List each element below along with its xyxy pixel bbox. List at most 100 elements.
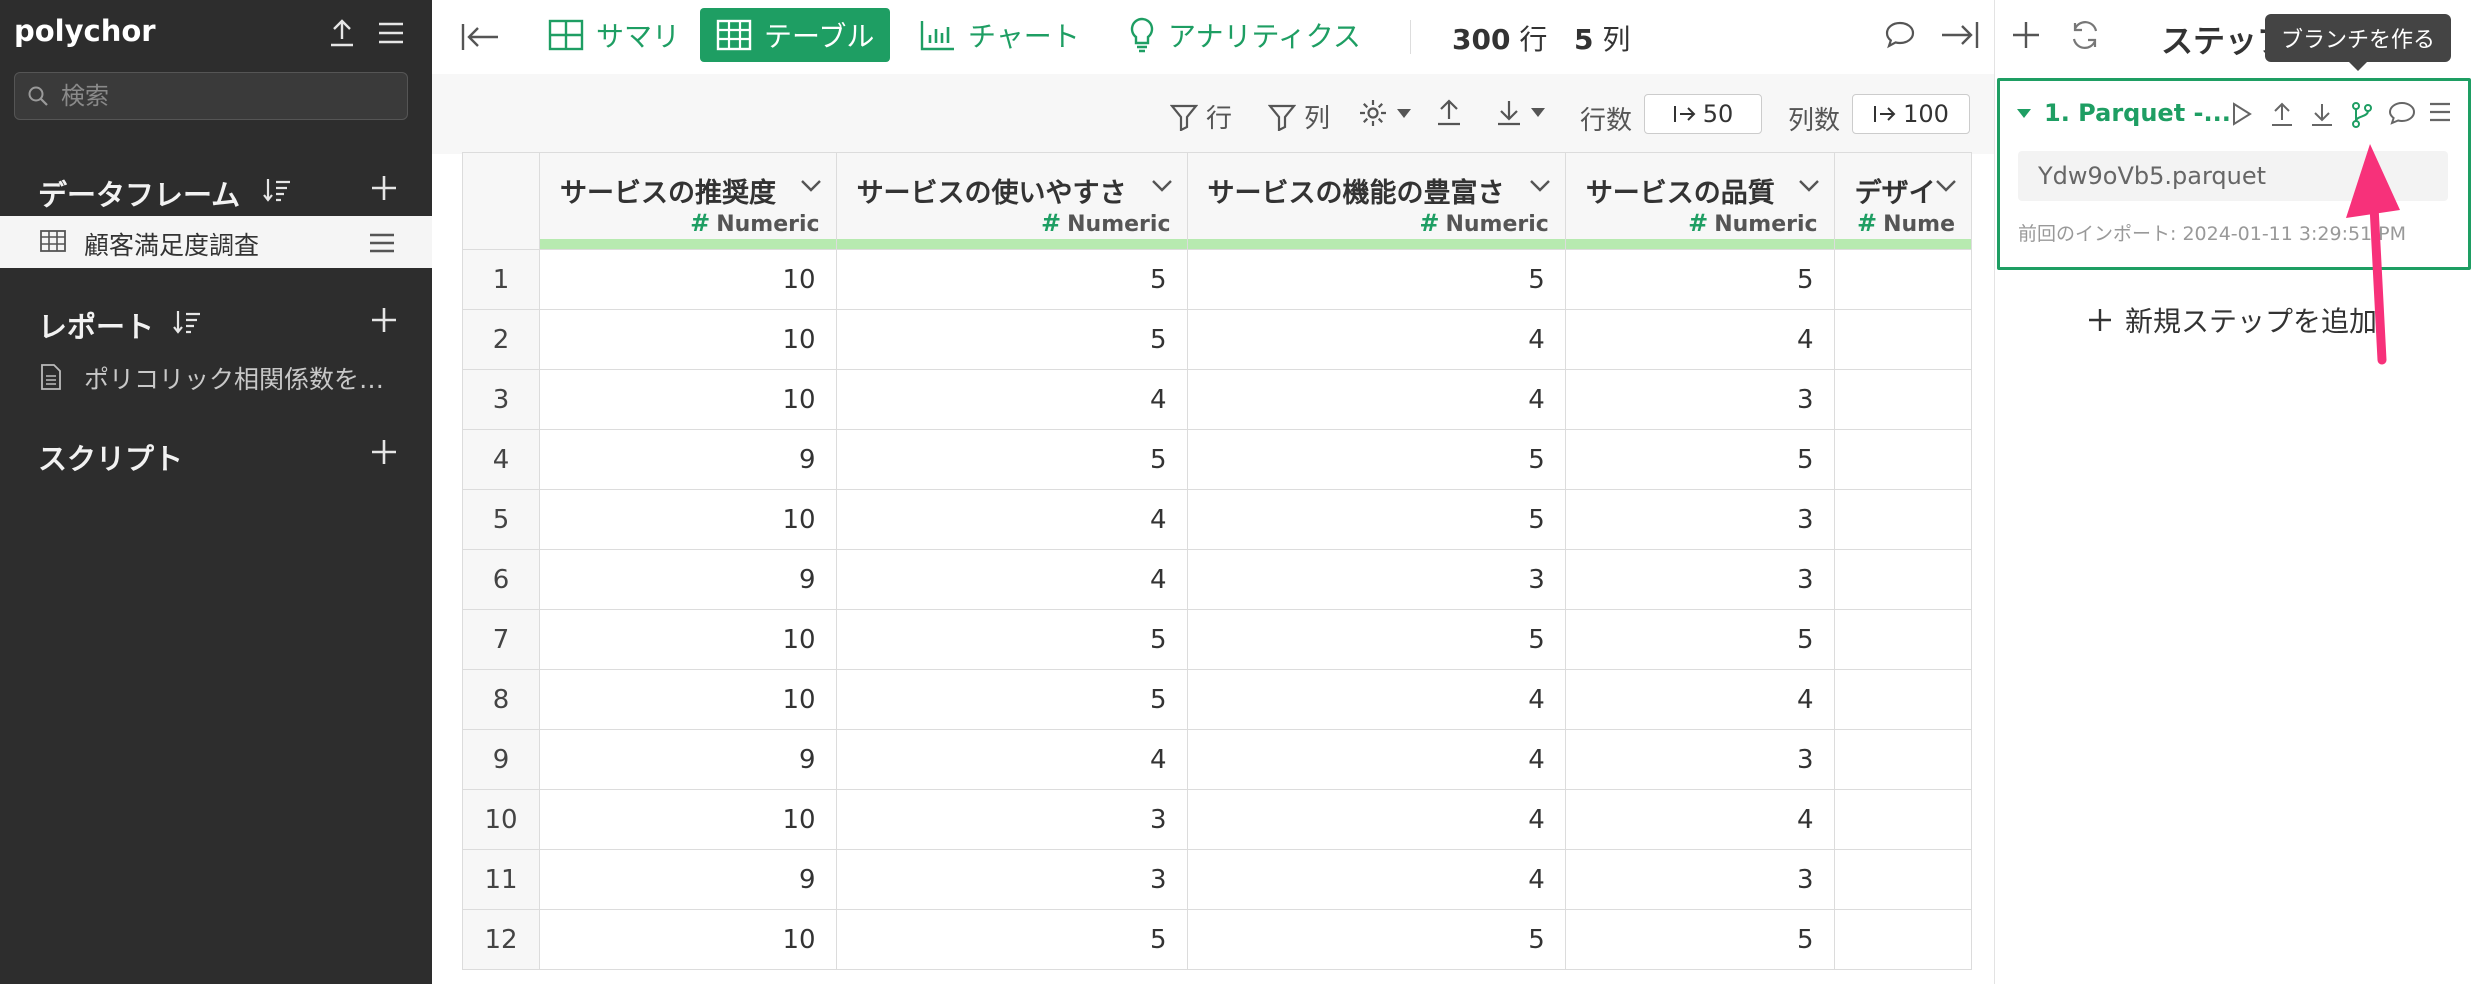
sort-icon[interactable] — [262, 176, 292, 204]
table-cell[interactable]: 4 — [1564, 309, 1835, 370]
export-button[interactable] — [1436, 98, 1470, 126]
table-cell[interactable]: 5 — [1564, 429, 1835, 490]
table-cell[interactable]: 10 — [539, 309, 837, 370]
table-cell[interactable]: 10 — [539, 609, 837, 670]
table-cell[interactable]: 5 — [835, 669, 1188, 730]
add-icon[interactable] — [2011, 20, 2041, 50]
row-filter-button[interactable]: 行 — [1170, 98, 1232, 135]
table-cell[interactable] — [1833, 309, 1972, 370]
table-cell[interactable] — [1833, 729, 1972, 790]
table-cell[interactable] — [1833, 549, 1972, 610]
table-cell[interactable]: 3 — [835, 849, 1188, 910]
caret-down-icon[interactable] — [2016, 107, 2032, 119]
table-cell[interactable]: 4 — [1186, 849, 1566, 910]
table-cell[interactable]: 3 — [1564, 489, 1835, 550]
table-cell[interactable]: 3 — [1564, 729, 1835, 790]
move-up-icon[interactable] — [2270, 101, 2294, 127]
table-cell[interactable] — [1833, 369, 1972, 430]
table-cell[interactable]: 4 — [835, 369, 1188, 430]
report-item[interactable]: ポリコリック相関係数を… — [0, 352, 432, 402]
table-cell[interactable]: 5 — [835, 249, 1188, 310]
table-cell[interactable]: 5 — [1186, 429, 1566, 490]
table-cell[interactable]: 4 — [835, 729, 1188, 790]
table-cell[interactable]: 4 — [1186, 729, 1566, 790]
tab-chart[interactable]: チャート — [904, 8, 1096, 62]
table-cell[interactable]: 4 — [1564, 669, 1835, 730]
table-cell[interactable] — [1833, 429, 1972, 490]
table-cell[interactable]: 3 — [1186, 549, 1566, 610]
table-cell[interactable]: 9 — [539, 729, 837, 790]
comment-icon[interactable] — [2388, 101, 2416, 127]
table-cell[interactable] — [1833, 849, 1972, 910]
collapse-left-icon[interactable] — [460, 22, 500, 52]
table-cell[interactable]: 5 — [1186, 909, 1566, 970]
chevron-down-icon[interactable] — [1529, 179, 1551, 193]
columns-input[interactable]: 100 — [1852, 94, 1970, 134]
add-report-icon[interactable] — [370, 306, 398, 334]
run-icon[interactable] — [2228, 101, 2254, 127]
table-cell[interactable]: 3 — [1564, 549, 1835, 610]
table-cell[interactable]: 4 — [1564, 789, 1835, 850]
table-cell[interactable]: 5 — [835, 429, 1188, 490]
step-title[interactable]: 1. Parquet -... — [2044, 99, 2231, 127]
table-cell[interactable]: 5 — [835, 609, 1188, 670]
column-header[interactable]: デザイ # Nume — [1833, 152, 1972, 250]
table-cell[interactable]: 10 — [539, 369, 837, 430]
table-cell[interactable]: 10 — [539, 249, 837, 310]
tab-analytics[interactable]: アナリティクス — [1112, 8, 1377, 62]
table-cell[interactable]: 5 — [1564, 909, 1835, 970]
table-cell[interactable]: 4 — [835, 549, 1188, 610]
comment-icon[interactable] — [1884, 20, 1916, 50]
branch-icon[interactable] — [2350, 101, 2374, 129]
table-cell[interactable] — [1833, 609, 1972, 670]
column-header[interactable]: サービスの機能の豊富さ # Numeric — [1186, 152, 1566, 250]
table-cell[interactable]: 5 — [835, 309, 1188, 370]
table-cell[interactable] — [1833, 489, 1972, 550]
table-cell[interactable]: 3 — [1564, 849, 1835, 910]
sort-icon[interactable] — [172, 308, 202, 336]
table-cell[interactable]: 5 — [1564, 249, 1835, 310]
tab-table[interactable]: テーブル — [700, 8, 891, 62]
move-down-icon[interactable] — [2310, 101, 2334, 127]
table-cell[interactable]: 4 — [835, 489, 1188, 550]
table-cell[interactable] — [1833, 669, 1972, 730]
chevron-down-icon[interactable] — [1935, 179, 1957, 193]
table-cell[interactable] — [1833, 909, 1972, 970]
column-header[interactable]: サービスの推奨度 # Numeric — [539, 152, 837, 250]
chevron-down-icon[interactable] — [1151, 179, 1173, 193]
table-cell[interactable]: 4 — [1186, 309, 1566, 370]
collapse-right-icon[interactable] — [1940, 20, 1980, 50]
table-cell[interactable]: 9 — [539, 549, 837, 610]
add-script-icon[interactable] — [370, 438, 398, 466]
table-cell[interactable]: 5 — [1564, 609, 1835, 670]
table-cell[interactable]: 9 — [539, 429, 837, 490]
table-cell[interactable]: 4 — [1186, 669, 1566, 730]
table-cell[interactable]: 5 — [835, 909, 1188, 970]
settings-button[interactable] — [1358, 98, 1420, 128]
dataframe-menu-icon[interactable] — [368, 232, 396, 254]
table-cell[interactable]: 3 — [1564, 369, 1835, 430]
dataframe-item[interactable]: 顧客満足度調査 — [0, 216, 432, 268]
table-cell[interactable]: 3 — [835, 789, 1188, 850]
table-cell[interactable]: 10 — [539, 909, 837, 970]
menu-icon[interactable] — [376, 20, 406, 46]
chevron-down-icon[interactable] — [1798, 179, 1820, 193]
table-cell[interactable]: 10 — [539, 669, 837, 730]
search-input[interactable] — [59, 77, 393, 115]
table-cell[interactable]: 4 — [1186, 369, 1566, 430]
column-header[interactable]: サービスの品質 # Numeric — [1564, 152, 1835, 250]
table-cell[interactable]: 10 — [539, 489, 837, 550]
table-cell[interactable]: 5 — [1186, 249, 1566, 310]
refresh-icon[interactable] — [2069, 20, 2101, 50]
table-cell[interactable] — [1833, 249, 1972, 310]
rows-input[interactable]: 50 — [1644, 94, 1762, 134]
download-button[interactable] — [1496, 98, 1554, 126]
table-cell[interactable]: 5 — [1186, 489, 1566, 550]
table-cell[interactable] — [1833, 789, 1972, 850]
table-cell[interactable]: 4 — [1186, 789, 1566, 850]
table-cell[interactable]: 5 — [1186, 609, 1566, 670]
chevron-down-icon[interactable] — [800, 179, 822, 193]
tab-summary[interactable]: サマリ — [532, 8, 696, 62]
add-dataframe-icon[interactable] — [370, 174, 398, 202]
upload-icon[interactable] — [328, 18, 356, 48]
